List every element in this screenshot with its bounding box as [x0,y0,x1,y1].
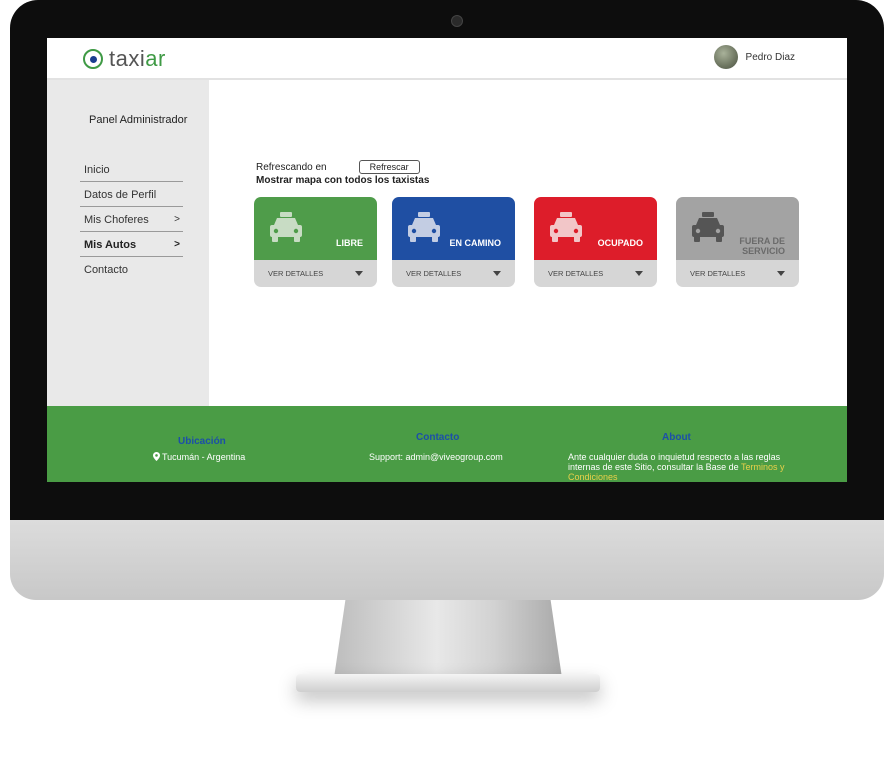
status-label: OCUPADO [597,238,643,248]
sidebar-item-datos-perfil[interactable]: Datos de Perfil [80,183,183,207]
webcam-icon [451,15,463,27]
status-card-libre[interactable]: LIBRE VER DETALLES [254,197,377,287]
caret-down-icon [635,271,643,276]
caret-down-icon [355,271,363,276]
app-screen: taxiar Pedro Diaz Panel Administrador In… [47,38,847,482]
sidebar-item-inicio[interactable]: Inicio [80,158,183,182]
footer-contacto-title: Contacto [416,432,460,443]
status-label: FUERA DE SERVICIO [739,236,785,256]
status-card-fuera-de-servicio[interactable]: FUERA DE SERVICIO VER DETALLES [676,197,799,287]
logo-target-icon [83,49,103,69]
status-label: LIBRE [336,238,363,248]
avatar[interactable] [713,45,738,69]
details-toggle[interactable]: VER DETALLES [676,260,799,287]
monitor-base [296,674,600,692]
footer-about-title: About [662,432,691,443]
refresh-row: Refrescando en Refrescar [256,160,420,174]
terms-link-continued[interactable]: Condiciones [568,472,618,482]
user-name: Pedro Diaz [745,51,795,63]
details-label: VER DETALLES [690,269,746,278]
refresh-countdown-text: Refrescando en [256,161,327,173]
details-label: VER DETALLES [406,269,462,278]
card-header: LIBRE [254,197,377,260]
sidebar-item-mis-autos[interactable]: Mis Autos > [80,233,183,257]
show-map-link[interactable]: Mostrar mapa con todos los taxistas [256,175,429,186]
details-toggle[interactable]: VER DETALLES [534,260,657,287]
taxiar-logo[interactable]: taxiar [83,46,166,72]
status-card-ocupado[interactable]: OCUPADO VER DETALLES [534,197,657,287]
top-bar: taxiar Pedro Diaz [47,38,847,80]
card-header: FUERA DE SERVICIO [676,197,799,260]
sidebar: Panel Administrador Inicio Datos de Perf… [47,80,209,406]
map-pin-icon [153,452,160,461]
status-card-en-camino[interactable]: EN CAMINO VER DETALLES [392,197,515,287]
taxi-icon [408,212,440,242]
card-header: OCUPADO [534,197,657,260]
sidebar-item-label: Inicio [84,163,110,176]
sidebar-menu: Inicio Datos de Perfil Mis Choferes > Mi… [80,158,183,283]
sidebar-item-label: Mis Autos [84,238,137,251]
footer-about-text: Ante cualquier duda o inquietud respecto… [568,452,785,482]
details-toggle[interactable]: VER DETALLES [392,260,515,287]
logo-text: taxiar [109,46,166,71]
footer-ubicacion-title: Ubicación [178,436,226,447]
status-label: EN CAMINO [449,238,502,248]
refresh-button[interactable]: Refrescar [358,160,420,174]
footer-support-email[interactable]: Support: admin@viveogroup.com [369,452,503,462]
footer: Ubicación Tucumán - Argentina Contacto S… [47,406,847,482]
user-menu[interactable]: Pedro Diaz [713,45,795,69]
taxi-icon [270,212,302,242]
sidebar-item-label: Contacto [84,264,129,276]
monitor-chin [10,520,884,600]
caret-down-icon [493,271,501,276]
details-label: VER DETALLES [268,269,324,278]
caret-down-icon [777,271,785,276]
details-label: VER DETALLES [548,269,604,278]
chevron-right-icon: > [174,239,180,250]
sidebar-item-mis-choferes[interactable]: Mis Choferes > [80,208,183,232]
sidebar-item-contacto[interactable]: Contacto [80,258,183,282]
details-toggle[interactable]: VER DETALLES [254,260,377,287]
footer-ubicacion-text: Tucumán - Argentina [153,452,245,462]
terms-link[interactable]: Terminos y [741,462,785,472]
card-header: EN CAMINO [392,197,515,260]
sidebar-item-label: Mis Choferes [84,213,149,226]
panel-title: Panel Administrador [89,114,188,126]
sidebar-item-label: Datos de Perfil [84,188,157,201]
taxi-icon [692,212,724,242]
chevron-right-icon: > [174,214,180,225]
monitor-stand [334,600,562,678]
main-content: Refrescando en Refrescar Mostrar mapa co… [209,80,847,406]
taxi-icon [550,212,582,242]
